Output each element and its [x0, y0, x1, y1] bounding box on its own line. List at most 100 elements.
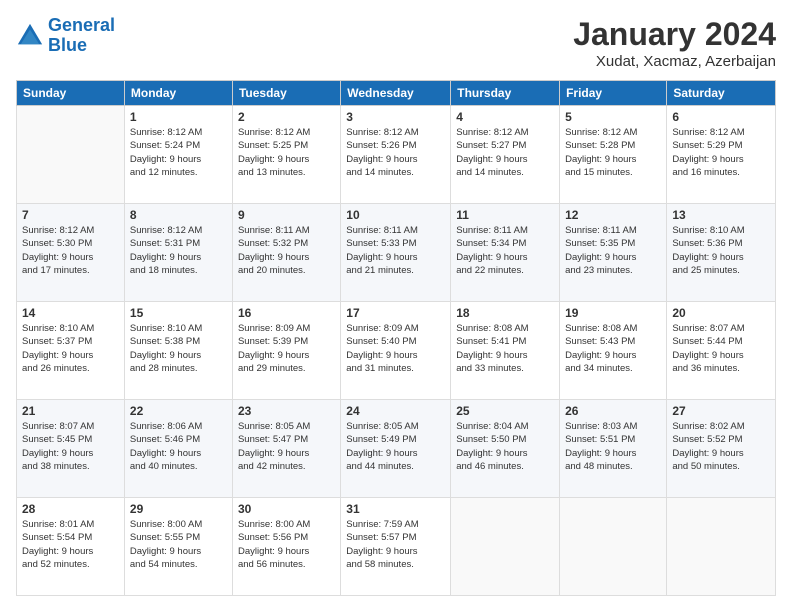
calendar-cell: 28 Sunrise: 8:01 AM Sunset: 5:54 PM Dayli…	[17, 498, 125, 596]
day-info: Sunrise: 8:12 AM Sunset: 5:27 PM Dayligh…	[456, 126, 554, 179]
logo: General Blue	[16, 16, 115, 56]
calendar-week-row: 14 Sunrise: 8:10 AM Sunset: 5:37 PM Dayli…	[17, 302, 776, 400]
day-number: 29	[130, 502, 227, 516]
calendar-week-row: 28 Sunrise: 8:01 AM Sunset: 5:54 PM Dayli…	[17, 498, 776, 596]
calendar-cell: 1 Sunrise: 8:12 AM Sunset: 5:24 PM Daylig…	[124, 106, 232, 204]
calendar-week-row: 1 Sunrise: 8:12 AM Sunset: 5:24 PM Daylig…	[17, 106, 776, 204]
day-number: 4	[456, 110, 554, 124]
calendar-cell: 15 Sunrise: 8:10 AM Sunset: 5:38 PM Dayli…	[124, 302, 232, 400]
day-number: 9	[238, 208, 335, 222]
calendar-cell	[560, 498, 667, 596]
day-number: 2	[238, 110, 335, 124]
calendar-cell: 8 Sunrise: 8:12 AM Sunset: 5:31 PM Daylig…	[124, 204, 232, 302]
calendar-cell: 18 Sunrise: 8:08 AM Sunset: 5:41 PM Dayli…	[451, 302, 560, 400]
day-number: 10	[346, 208, 445, 222]
day-number: 11	[456, 208, 554, 222]
day-info: Sunrise: 8:12 AM Sunset: 5:26 PM Dayligh…	[346, 126, 445, 179]
calendar-cell: 31Sunrise: 7:59 AM Sunset: 5:57 PM Dayli…	[341, 498, 451, 596]
calendar-cell: 6 Sunrise: 8:12 AM Sunset: 5:29 PM Daylig…	[667, 106, 776, 204]
weekday-header: Friday	[560, 81, 667, 106]
location-subtitle: Xudat, Xacmaz, Azerbaijan	[573, 53, 776, 70]
weekday-header-row: SundayMondayTuesdayWednesdayThursdayFrid…	[17, 81, 776, 106]
day-number: 23	[238, 404, 335, 418]
day-number: 21	[22, 404, 119, 418]
day-number: 22	[130, 404, 227, 418]
calendar-cell: 10 Sunrise: 8:11 AM Sunset: 5:33 PM Dayli…	[341, 204, 451, 302]
day-info: Sunrise: 8:12 AM Sunset: 5:28 PM Dayligh…	[565, 126, 661, 179]
weekday-header: Tuesday	[232, 81, 340, 106]
calendar-cell: 13 Sunrise: 8:10 AM Sunset: 5:36 PM Dayli…	[667, 204, 776, 302]
day-number: 28	[22, 502, 119, 516]
day-info: Sunrise: 8:11 AM Sunset: 5:32 PM Dayligh…	[238, 224, 335, 277]
page: General Blue January 2024 Xudat, Xacmaz,…	[0, 0, 792, 612]
day-info: Sunrise: 8:12 AM Sunset: 5:31 PM Dayligh…	[130, 224, 227, 277]
day-number: 14	[22, 306, 119, 320]
calendar-cell: 5 Sunrise: 8:12 AM Sunset: 5:28 PM Daylig…	[560, 106, 667, 204]
day-info: Sunrise: 8:10 AM Sunset: 5:36 PM Dayligh…	[672, 224, 770, 277]
day-info: Sunrise: 8:12 AM Sunset: 5:24 PM Dayligh…	[130, 126, 227, 179]
day-info: Sunrise: 8:12 AM Sunset: 5:29 PM Dayligh…	[672, 126, 770, 179]
day-info: Sunrise: 8:10 AM Sunset: 5:38 PM Dayligh…	[130, 322, 227, 375]
day-number: 15	[130, 306, 227, 320]
day-info: Sunrise: 8:10 AM Sunset: 5:37 PM Dayligh…	[22, 322, 119, 375]
day-number: 1	[130, 110, 227, 124]
day-info: Sunrise: 8:07 AM Sunset: 5:44 PM Dayligh…	[672, 322, 770, 375]
calendar-cell: 26 Sunrise: 8:03 AM Sunset: 5:51 PM Dayli…	[560, 400, 667, 498]
day-info: Sunrise: 8:04 AM Sunset: 5:50 PM Dayligh…	[456, 420, 554, 473]
weekday-header: Monday	[124, 81, 232, 106]
day-info: Sunrise: 8:08 AM Sunset: 5:41 PM Dayligh…	[456, 322, 554, 375]
day-info: Sunrise: 8:00 AM Sunset: 5:56 PM Dayligh…	[238, 518, 335, 571]
weekday-header: Saturday	[667, 81, 776, 106]
day-info: Sunrise: 8:01 AM Sunset: 5:54 PM Dayligh…	[22, 518, 119, 571]
day-info: Sunrise: 8:07 AM Sunset: 5:45 PM Dayligh…	[22, 420, 119, 473]
day-info: Sunrise: 8:11 AM Sunset: 5:33 PM Dayligh…	[346, 224, 445, 277]
day-info: Sunrise: 8:11 AM Sunset: 5:35 PM Dayligh…	[565, 224, 661, 277]
calendar-cell: 23Sunrise: 8:05 AM Sunset: 5:47 PM Dayli…	[232, 400, 340, 498]
logo-text: General Blue	[48, 16, 115, 56]
day-info: Sunrise: 8:00 AM Sunset: 5:55 PM Dayligh…	[130, 518, 227, 571]
day-number: 6	[672, 110, 770, 124]
calendar-cell	[451, 498, 560, 596]
calendar-cell: 30 Sunrise: 8:00 AM Sunset: 5:56 PM Dayli…	[232, 498, 340, 596]
calendar-cell: 12 Sunrise: 8:11 AM Sunset: 5:35 PM Dayli…	[560, 204, 667, 302]
calendar-cell	[667, 498, 776, 596]
day-info: Sunrise: 8:03 AM Sunset: 5:51 PM Dayligh…	[565, 420, 661, 473]
day-info: Sunrise: 8:11 AM Sunset: 5:34 PM Dayligh…	[456, 224, 554, 277]
day-number: 8	[130, 208, 227, 222]
day-info: Sunrise: 8:09 AM Sunset: 5:40 PM Dayligh…	[346, 322, 445, 375]
day-number: 7	[22, 208, 119, 222]
day-info: Sunrise: 8:08 AM Sunset: 5:43 PM Dayligh…	[565, 322, 661, 375]
calendar-cell: 27Sunrise: 8:02 AM Sunset: 5:52 PM Dayli…	[667, 400, 776, 498]
calendar-cell: 22 Sunrise: 8:06 AM Sunset: 5:46 PM Dayli…	[124, 400, 232, 498]
calendar-table: SundayMondayTuesdayWednesdayThursdayFrid…	[16, 80, 776, 596]
day-info: Sunrise: 8:06 AM Sunset: 5:46 PM Dayligh…	[130, 420, 227, 473]
day-number: 17	[346, 306, 445, 320]
weekday-header: Sunday	[17, 81, 125, 106]
day-number: 26	[565, 404, 661, 418]
calendar-cell: 24 Sunrise: 8:05 AM Sunset: 5:49 PM Dayli…	[341, 400, 451, 498]
logo-icon	[16, 22, 44, 50]
day-number: 3	[346, 110, 445, 124]
day-number: 12	[565, 208, 661, 222]
calendar-week-row: 7 Sunrise: 8:12 AM Sunset: 5:30 PM Daylig…	[17, 204, 776, 302]
day-number: 18	[456, 306, 554, 320]
calendar-cell	[17, 106, 125, 204]
calendar-cell: 9 Sunrise: 8:11 AM Sunset: 5:32 PM Daylig…	[232, 204, 340, 302]
day-number: 20	[672, 306, 770, 320]
day-number: 19	[565, 306, 661, 320]
calendar-cell: 2Sunrise: 8:12 AM Sunset: 5:25 PM Daylig…	[232, 106, 340, 204]
day-info: Sunrise: 8:09 AM Sunset: 5:39 PM Dayligh…	[238, 322, 335, 375]
weekday-header: Thursday	[451, 81, 560, 106]
day-number: 5	[565, 110, 661, 124]
day-info: Sunrise: 8:05 AM Sunset: 5:49 PM Dayligh…	[346, 420, 445, 473]
month-title: January 2024	[573, 16, 776, 53]
day-number: 13	[672, 208, 770, 222]
day-number: 30	[238, 502, 335, 516]
calendar-week-row: 21 Sunrise: 8:07 AM Sunset: 5:45 PM Dayli…	[17, 400, 776, 498]
day-info: Sunrise: 8:12 AM Sunset: 5:30 PM Dayligh…	[22, 224, 119, 277]
calendar-cell: 7 Sunrise: 8:12 AM Sunset: 5:30 PM Daylig…	[17, 204, 125, 302]
day-number: 24	[346, 404, 445, 418]
weekday-header: Wednesday	[341, 81, 451, 106]
day-number: 16	[238, 306, 335, 320]
calendar-cell: 11 Sunrise: 8:11 AM Sunset: 5:34 PM Dayli…	[451, 204, 560, 302]
